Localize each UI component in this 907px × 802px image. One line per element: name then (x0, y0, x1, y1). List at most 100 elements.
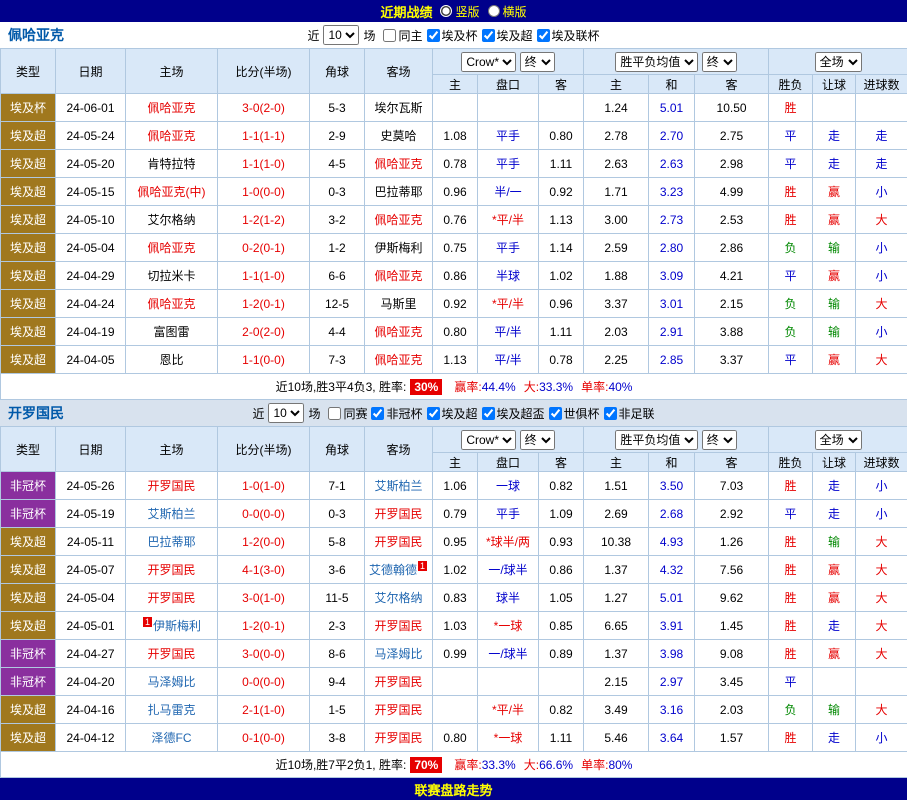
filter-option[interactable]: 非足联 (604, 405, 655, 422)
away-team-cell[interactable]: 马泽姆比 (365, 640, 433, 668)
filter-checkbox[interactable] (604, 407, 617, 420)
home-team-cell[interactable]: 切拉米卡 (126, 262, 218, 290)
home-team-cell[interactable]: 艾斯柏兰 (126, 500, 218, 528)
away-team-cell[interactable]: 埃尔瓦斯 (365, 94, 433, 122)
team-link[interactable]: 开罗国民 (374, 703, 422, 717)
team-link[interactable]: 伊斯梅利 (153, 619, 201, 633)
team-link[interactable]: 佩哈亚克 (374, 269, 422, 283)
home-team-cell[interactable]: 佩哈亚克 (126, 94, 218, 122)
europe-type-select[interactable]: 胜平负均值 (615, 430, 698, 450)
team-link[interactable]: 开罗国民 (374, 535, 422, 549)
filter-checkbox[interactable] (482, 29, 495, 42)
team-link[interactable]: 肯特拉特 (147, 157, 195, 171)
filter-option[interactable]: 埃及超盃 (482, 405, 545, 422)
team-link[interactable]: 开罗国民 (374, 731, 422, 745)
team-link[interactable]: 艾斯柏兰 (374, 479, 422, 493)
europe-type-select[interactable]: 胜平负均值 (615, 52, 698, 72)
home-team-cell[interactable]: 佩哈亚克 (126, 122, 218, 150)
team-link[interactable]: 巴拉蒂耶 (374, 185, 422, 199)
team-link[interactable]: 开罗国民 (147, 479, 195, 493)
home-team-cell[interactable]: 肯特拉特 (126, 150, 218, 178)
team-link[interactable]: 佩哈亚克(中) (138, 185, 206, 199)
team-link[interactable]: 佩哈亚克 (374, 325, 422, 339)
odds-stage-select[interactable]: 终 (520, 430, 555, 450)
team-link[interactable]: 泽德FC (152, 731, 192, 745)
filter-option[interactable]: 埃及超 (482, 27, 533, 44)
away-team-cell[interactable]: 佩哈亚克 (365, 206, 433, 234)
team-link[interactable]: 艾德翰德 (369, 563, 417, 577)
home-team-cell[interactable]: 泽德FC (126, 724, 218, 752)
team-link[interactable]: 马斯里 (380, 297, 416, 311)
scope-select[interactable]: 全场 (815, 52, 862, 72)
team-link[interactable]: 佩哈亚克 (147, 101, 195, 115)
away-team-cell[interactable]: 史莫哈 (365, 122, 433, 150)
layout-option-vertical[interactable]: 竖版 (440, 3, 479, 20)
home-team-cell[interactable]: 艾尔格纳 (126, 206, 218, 234)
layout-option-horizontal[interactable]: 横版 (488, 3, 527, 20)
filter-checkbox[interactable] (549, 407, 562, 420)
team-link[interactable]: 佩哈亚克 (147, 297, 195, 311)
team-link[interactable]: 开罗国民 (147, 563, 195, 577)
team-link[interactable]: 恩比 (159, 353, 183, 367)
team-link[interactable]: 佩哈亚克 (374, 353, 422, 367)
team-link[interactable]: 佩哈亚克 (374, 157, 422, 171)
away-team-cell[interactable]: 巴拉蒂耶 (365, 178, 433, 206)
filter-checkbox[interactable] (482, 407, 495, 420)
home-team-cell[interactable]: 恩比 (126, 346, 218, 374)
europe-stage-select[interactable]: 终 (702, 430, 737, 450)
team-link[interactable]: 马泽姆比 (374, 647, 422, 661)
filter-option[interactable]: 埃及联杯 (537, 27, 600, 44)
filter-option[interactable]: 埃及超 (427, 405, 478, 422)
odds-company-select[interactable]: Crow* (461, 430, 516, 450)
away-team-cell[interactable]: 艾尔格纳 (365, 584, 433, 612)
away-team-cell[interactable]: 开罗国民 (365, 528, 433, 556)
horizontal-radio[interactable] (488, 5, 500, 17)
filter-option[interactable]: 同主 (383, 27, 422, 44)
europe-stage-select[interactable]: 终 (702, 52, 737, 72)
home-team-cell[interactable]: 开罗国民 (126, 556, 218, 584)
away-team-cell[interactable]: 开罗国民 (365, 500, 433, 528)
odds-stage-select[interactable]: 终 (520, 52, 555, 72)
home-team-cell[interactable]: 巴拉蒂耶 (126, 528, 218, 556)
filter-checkbox[interactable] (537, 29, 550, 42)
team-link[interactable]: 艾尔格纳 (147, 213, 195, 227)
match-count-select[interactable]: 10 (323, 25, 359, 45)
team-link[interactable]: 埃尔瓦斯 (374, 101, 422, 115)
home-team-cell[interactable]: 马泽姆比 (126, 668, 218, 696)
filter-option[interactable]: 埃及杯 (427, 27, 478, 44)
match-count-select[interactable]: 10 (268, 403, 304, 423)
away-team-cell[interactable]: 佩哈亚克 (365, 318, 433, 346)
team-link[interactable]: 伊斯梅利 (374, 241, 422, 255)
away-team-cell[interactable]: 艾斯柏兰 (365, 472, 433, 500)
home-team-cell[interactable]: 1伊斯梅利 (126, 612, 218, 640)
team-link[interactable]: 切拉米卡 (147, 269, 195, 283)
away-team-cell[interactable]: 佩哈亚克 (365, 346, 433, 374)
team-link[interactable]: 马泽姆比 (147, 675, 195, 689)
team-link[interactable]: 富图雷 (153, 325, 189, 339)
team-link[interactable]: 佩哈亚克 (374, 213, 422, 227)
away-team-cell[interactable]: 佩哈亚克 (365, 262, 433, 290)
team-link[interactable]: 艾尔格纳 (374, 591, 422, 605)
odds-company-select[interactable]: Crow* (461, 52, 516, 72)
away-team-cell[interactable]: 开罗国民 (365, 696, 433, 724)
away-team-cell[interactable]: 开罗国民 (365, 668, 433, 696)
away-team-cell[interactable]: 马斯里 (365, 290, 433, 318)
team-link[interactable]: 佩哈亚克 (147, 129, 195, 143)
filter-option[interactable]: 非冠杯 (371, 405, 422, 422)
filter-checkbox[interactable] (427, 29, 440, 42)
filter-checkbox[interactable] (427, 407, 440, 420)
filter-option[interactable]: 世俱杯 (549, 405, 600, 422)
team-link[interactable]: 巴拉蒂耶 (147, 535, 195, 549)
away-team-cell[interactable]: 艾德翰德1 (365, 556, 433, 584)
team-link[interactable]: 开罗国民 (147, 591, 195, 605)
team-link[interactable]: 史莫哈 (380, 129, 416, 143)
home-team-cell[interactable]: 佩哈亚克 (126, 234, 218, 262)
team-link[interactable]: 扎马雷克 (147, 703, 195, 717)
filter-checkbox[interactable] (328, 407, 341, 420)
home-team-cell[interactable]: 开罗国民 (126, 472, 218, 500)
home-team-cell[interactable]: 富图雷 (126, 318, 218, 346)
home-team-cell[interactable]: 佩哈亚克 (126, 290, 218, 318)
team-link[interactable]: 开罗国民 (374, 507, 422, 521)
away-team-cell[interactable]: 开罗国民 (365, 612, 433, 640)
team-link[interactable]: 佩哈亚克 (147, 241, 195, 255)
